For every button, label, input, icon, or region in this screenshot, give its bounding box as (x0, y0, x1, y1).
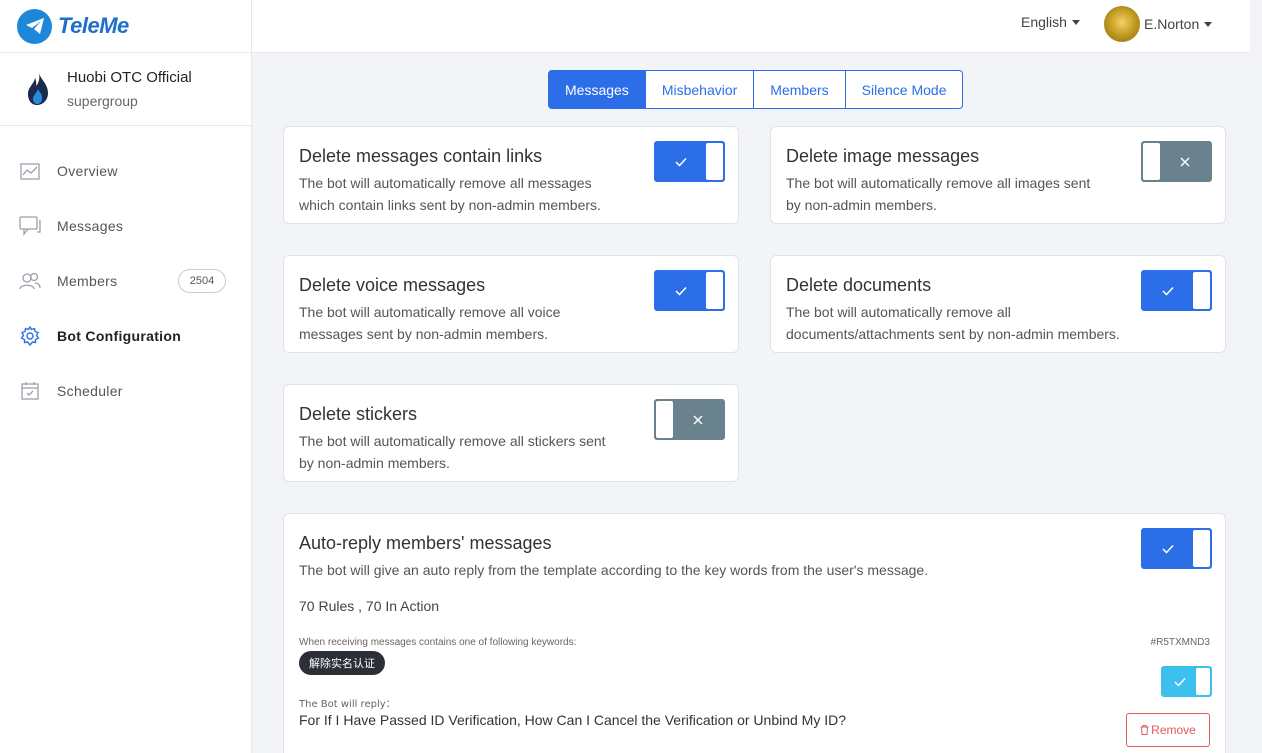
auto-reply-description: The bot will give an auto reply from the… (299, 562, 929, 578)
app-name: TeleMe (58, 13, 129, 38)
setting-description-line: The bot will automatically remove all st… (299, 433, 606, 449)
sidebar-item-messages[interactable]: Messages (0, 198, 251, 253)
check-icon (1142, 271, 1194, 310)
auto-reply-title: Auto-reply members' messages (299, 533, 552, 553)
sidebar-item-scheduler[interactable]: Scheduler (0, 363, 251, 418)
setting-card-delete-images: Delete image messages The bot will autom… (770, 126, 1226, 224)
toggle-knob (1193, 530, 1210, 567)
caret-down-icon (1204, 21, 1213, 27)
close-icon (672, 400, 724, 439)
check-icon (655, 142, 707, 181)
keywords-label: When receiving messages contains one of … (299, 637, 577, 648)
remove-label: Remove (1151, 723, 1196, 737)
remove-rule-button[interactable]: Remove (1126, 713, 1210, 747)
calendar-icon (19, 380, 41, 402)
setting-description-line: documents/attachments sent by non-admin … (786, 326, 1120, 342)
setting-title: Delete image messages (786, 146, 980, 166)
chat-icon (19, 215, 41, 237)
setting-card-delete-stickers: Delete stickers The bot will automatical… (283, 384, 739, 482)
rule-toggle[interactable] (1161, 666, 1212, 697)
tab-misbehavior[interactable]: Misbehavior (645, 70, 755, 109)
setting-description-line: The bot will automatically remove all me… (299, 175, 592, 191)
auto-reply-toggle[interactable] (1141, 528, 1212, 569)
toggle-knob (1196, 668, 1210, 695)
sidebar-item-members[interactable]: Members 2504 (0, 253, 251, 308)
rule-id: #R5TXMND3 (1150, 637, 1210, 648)
check-icon (655, 271, 707, 310)
setting-description: The bot will automatically remove all vo… (299, 301, 560, 345)
toggle-knob (706, 143, 723, 180)
tab-silence-mode[interactable]: Silence Mode (845, 70, 964, 109)
delete-documents-toggle[interactable] (1141, 270, 1212, 311)
setting-card-delete-voice: Delete voice messages The bot will autom… (283, 255, 739, 353)
group-name: Huobi OTC Official (67, 68, 192, 86)
delete-images-toggle[interactable] (1141, 141, 1212, 182)
toggle-knob (1143, 143, 1160, 180)
huobi-flame-icon (24, 71, 52, 107)
rules-summary: 70 Rules , 70 In Action (299, 598, 440, 614)
language-label: English (1021, 14, 1067, 30)
reply-label: The Bot will reply： (299, 699, 396, 710)
setting-description-line: which contain links sent by non-admin me… (299, 197, 601, 213)
setting-description: The bot will automatically remove all do… (786, 301, 1120, 345)
toggle-knob (1193, 272, 1210, 309)
check-icon (1162, 667, 1197, 696)
setting-title: Delete voice messages (299, 275, 486, 295)
language-dropdown[interactable]: English (1021, 14, 1080, 30)
toggle-knob (706, 272, 723, 309)
setting-description-line: by non-admin members. (786, 197, 937, 213)
setting-description: The bot will automatically remove all st… (299, 430, 606, 474)
setting-description: The bot will automatically remove all me… (299, 172, 601, 216)
delete-links-toggle[interactable] (654, 141, 725, 182)
setting-description-line: The bot will automatically remove all (786, 304, 1011, 320)
group-info: Huobi OTC Official supergroup (0, 53, 251, 126)
members-icon (19, 270, 41, 292)
brand[interactable]: TeleMe (0, 0, 251, 53)
sidebar-item-label: Messages (57, 217, 124, 234)
gear-icon (19, 325, 41, 347)
user-name: E.Norton (1144, 16, 1200, 32)
reply-text: For If I Have Passed ID Verification, Ho… (299, 712, 847, 728)
caret-down-icon (1071, 19, 1080, 25)
top-header: English E.Norton (252, 0, 1250, 53)
setting-title: Delete messages contain links (299, 146, 543, 166)
setting-description: The bot will automatically remove all im… (786, 172, 1090, 216)
members-count-badge: 2504 (178, 269, 226, 293)
sidebar-item-label: Bot Configuration (57, 327, 182, 344)
delete-stickers-toggle[interactable] (654, 399, 725, 440)
tab-members[interactable]: Members (754, 70, 846, 109)
chart-icon (19, 160, 41, 182)
paper-plane-icon (17, 8, 52, 44)
setting-title: Delete documents (786, 275, 932, 295)
toggle-knob (656, 401, 673, 438)
delete-voice-toggle[interactable] (654, 270, 725, 311)
tab-messages[interactable]: Messages (548, 70, 646, 109)
avatar (1104, 6, 1140, 42)
sidebar: TeleMe Huobi OTC Official supergroup Ove… (0, 0, 252, 753)
keyword-tag: 解除实名认证 (299, 651, 385, 675)
sidebar-item-overview[interactable]: Overview (0, 143, 251, 198)
trash-icon (1140, 725, 1149, 735)
check-icon (1142, 529, 1194, 568)
sidebar-item-label: Overview (57, 162, 118, 179)
user-menu[interactable]: E.Norton (1104, 6, 1213, 42)
setting-card-delete-links: Delete messages contain links The bot wi… (283, 126, 739, 224)
sidebar-item-label: Members (57, 272, 118, 289)
sidebar-item-bot-configuration[interactable]: Bot Configuration (0, 308, 251, 363)
setting-description-line: by non-admin members. (299, 455, 450, 471)
setting-description-line: The bot will automatically remove all im… (786, 175, 1091, 191)
setting-description-line: The bot will automatically remove all vo… (299, 304, 561, 320)
sidebar-nav: Overview Messages Members 2504 Bot Confi… (0, 126, 251, 418)
sidebar-item-label: Scheduler (57, 382, 123, 399)
config-tabs: Messages Misbehavior Members Silence Mod… (548, 70, 964, 109)
setting-description-line: messages sent by non-admin members. (299, 326, 548, 342)
group-type: supergroup (67, 92, 138, 109)
close-icon (1159, 142, 1211, 181)
setting-title: Delete stickers (299, 404, 418, 424)
setting-card-delete-documents: Delete documents The bot will automatica… (770, 255, 1226, 353)
auto-reply-card: Auto-reply members' messages The bot wil… (283, 513, 1226, 753)
